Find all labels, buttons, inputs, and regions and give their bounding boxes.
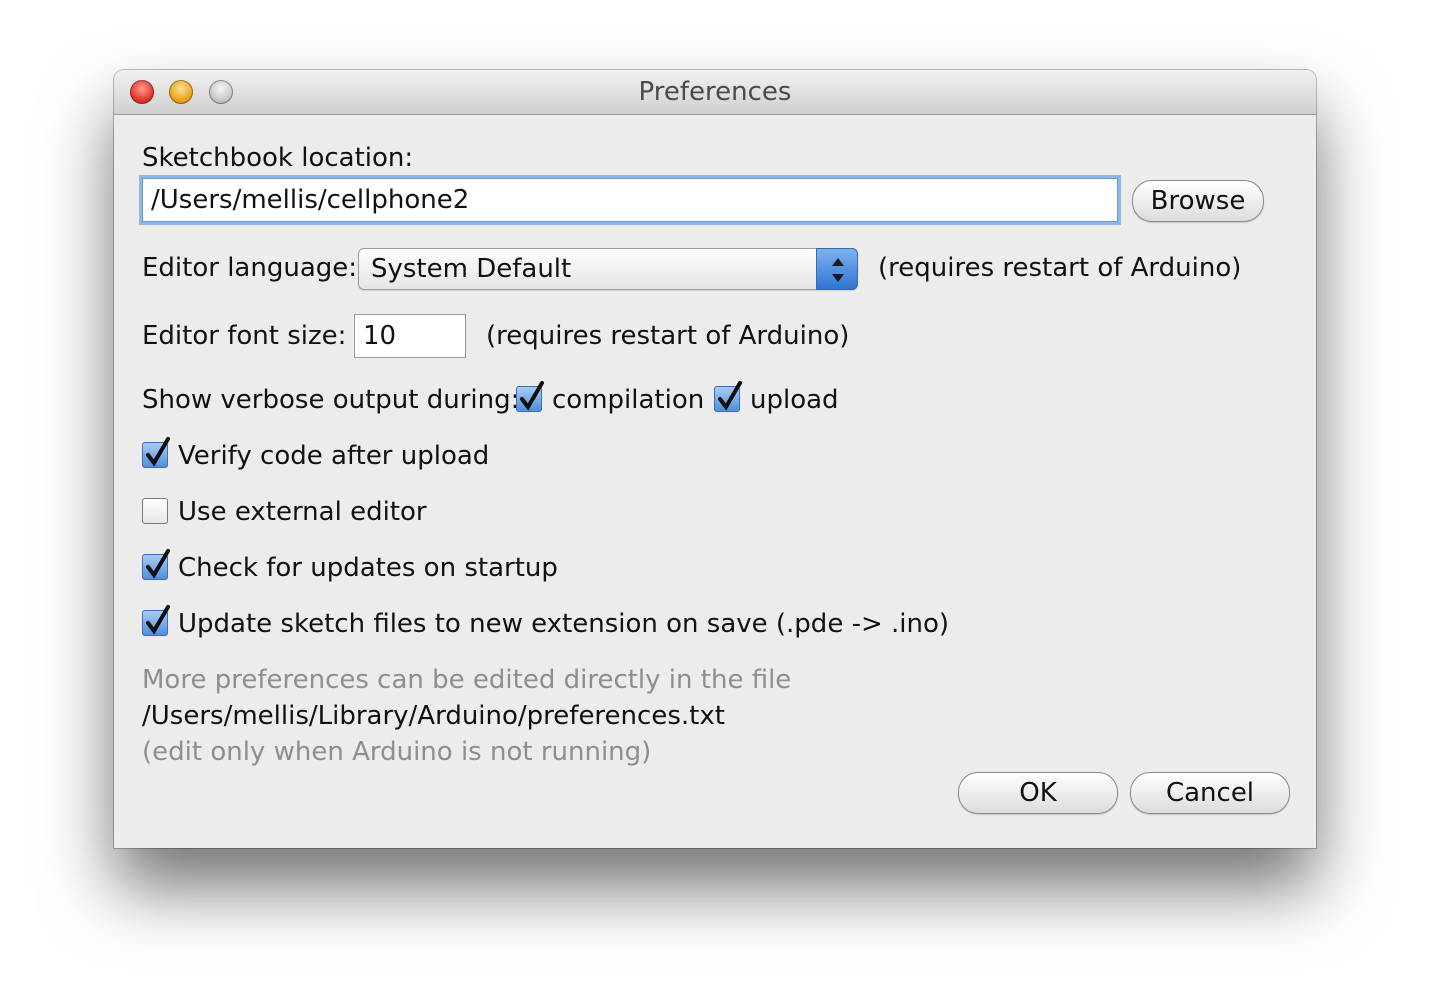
editor-language-value: System Default	[371, 254, 572, 284]
preferences-file-path: /Users/mellis/Library/Arduino/preference…	[142, 701, 725, 731]
sketchbook-label: Sketchbook location:	[142, 143, 414, 173]
update-extension-checkbox[interactable]	[142, 605, 170, 636]
check-updates-label: Check for updates on startup	[178, 553, 558, 583]
checkmark-icon	[718, 381, 742, 411]
checkmark-icon	[520, 381, 544, 411]
external-editor-label: Use external editor	[178, 497, 427, 527]
checkmark-icon	[146, 605, 170, 635]
ok-button[interactable]: OK	[958, 772, 1118, 814]
checkmark-icon	[146, 549, 170, 579]
verbose-output-label: Show verbose output during:	[142, 385, 520, 415]
check-updates-checkbox[interactable]	[142, 549, 170, 580]
info-text-line3: (edit only when Arduino is not running)	[142, 737, 652, 767]
verify-code-checkbox[interactable]	[142, 437, 170, 468]
preferences-window: Preferences Sketchbook location: Browse …	[114, 70, 1316, 848]
upload-checkbox[interactable]	[714, 381, 742, 412]
compilation-checkbox[interactable]	[516, 381, 544, 412]
title-bar: Preferences	[114, 70, 1316, 115]
editor-language-select[interactable]: System Default	[358, 248, 858, 290]
editor-language-note: (requires restart of Arduino)	[878, 253, 1242, 283]
font-size-label: Editor font size:	[142, 321, 347, 351]
window-title: Preferences	[638, 77, 792, 107]
info-text-line1: More preferences can be edited directly …	[142, 665, 792, 695]
cancel-button[interactable]: Cancel	[1130, 772, 1290, 814]
verify-code-label: Verify code after upload	[178, 441, 490, 471]
external-editor-checkbox[interactable]	[142, 498, 168, 524]
select-arrows-icon	[816, 248, 858, 290]
sketchbook-path-input[interactable]	[142, 178, 1118, 222]
font-size-input[interactable]	[354, 314, 466, 358]
compilation-label: compilation	[552, 385, 705, 415]
font-size-note: (requires restart of Arduino)	[486, 321, 850, 351]
browse-button[interactable]: Browse	[1132, 180, 1264, 222]
upload-label: upload	[750, 385, 839, 415]
update-extension-label: Update sketch files to new extension on …	[178, 609, 950, 639]
checkmark-icon	[146, 437, 170, 467]
editor-language-label: Editor language:	[142, 253, 358, 283]
